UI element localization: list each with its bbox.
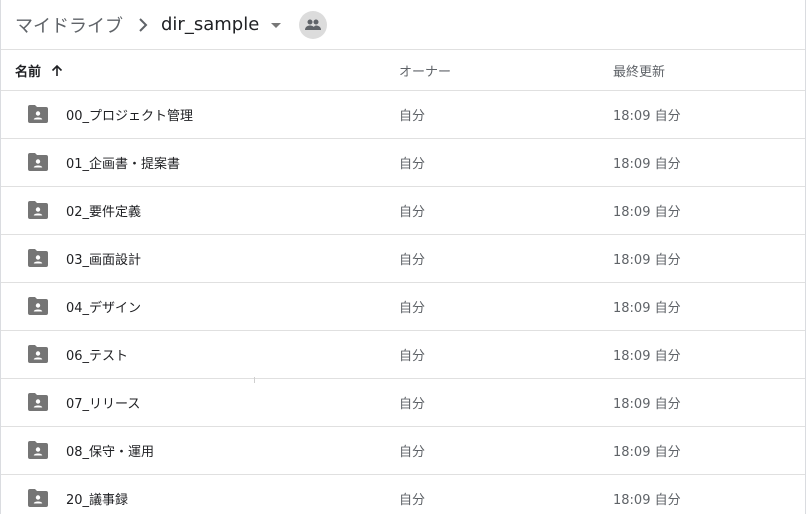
file-name: 03_画面設計 bbox=[66, 253, 142, 268]
file-owner: 自分 bbox=[399, 349, 426, 364]
people-icon bbox=[305, 19, 322, 30]
file-modified: 18:09 自分 bbox=[613, 109, 681, 124]
file-owner: 自分 bbox=[399, 493, 426, 508]
file-list: 00_プロジェクト管理 自分 18:09 自分 01_企画書・提案書 自分 18:09 自… bbox=[1, 91, 805, 514]
shared-folder-icon bbox=[28, 489, 48, 509]
shared-folder-icon bbox=[28, 297, 48, 317]
file-owner: 自分 bbox=[399, 445, 426, 460]
file-owner: 自分 bbox=[399, 253, 426, 268]
file-row[interactable]: 00_プロジェクト管理 自分 18:09 自分 bbox=[1, 91, 805, 139]
file-name: 02_要件定義 bbox=[66, 205, 142, 220]
file-name: 08_保守・運用 bbox=[66, 445, 155, 460]
file-modified: 18:09 自分 bbox=[613, 349, 681, 364]
file-modified: 18:09 自分 bbox=[613, 445, 681, 460]
file-owner: 自分 bbox=[399, 109, 426, 124]
shared-folder-icon bbox=[28, 345, 48, 365]
file-owner: 自分 bbox=[399, 301, 426, 316]
file-row[interactable]: 03_画面設計 自分 18:09 自分 bbox=[1, 235, 805, 283]
column-header-owner[interactable]: オーナー bbox=[399, 61, 451, 80]
file-name: 06_テスト bbox=[66, 349, 129, 364]
file-name: 04_デザイン bbox=[66, 301, 142, 316]
file-modified: 18:09 自分 bbox=[613, 493, 681, 508]
file-name: 00_プロジェクト管理 bbox=[66, 109, 194, 124]
current-folder-label: dir_sample bbox=[161, 14, 260, 35]
shared-folder-icon bbox=[28, 393, 48, 413]
column-header-modified[interactable]: 最終更新 bbox=[613, 61, 665, 80]
shared-folder-icon bbox=[28, 201, 48, 221]
file-name: 01_企画書・提案書 bbox=[66, 157, 181, 172]
file-modified: 18:09 自分 bbox=[613, 253, 681, 268]
caret-down-icon bbox=[271, 23, 282, 28]
file-row[interactable]: 04_デザイン 自分 18:09 自分 bbox=[1, 283, 805, 331]
file-modified: 18:09 自分 bbox=[613, 157, 681, 172]
shared-folder-icon bbox=[28, 249, 48, 269]
column-name-label: 名前 bbox=[15, 64, 42, 80]
file-row[interactable]: 08_保守・運用 自分 18:09 自分 bbox=[1, 427, 805, 475]
file-owner: 自分 bbox=[399, 157, 426, 172]
file-owner: 自分 bbox=[399, 205, 426, 220]
file-modified: 18:09 自分 bbox=[613, 397, 681, 412]
shared-folder-icon bbox=[28, 105, 48, 125]
file-name: 20_議事録 bbox=[66, 493, 129, 508]
file-row[interactable]: 02_要件定義 自分 18:09 自分 bbox=[1, 187, 805, 235]
shared-folder-icon bbox=[28, 441, 48, 461]
file-modified: 18:09 自分 bbox=[613, 205, 681, 220]
file-row[interactable]: 20_議事録 自分 18:09 自分 bbox=[1, 475, 805, 514]
scroll-indicator bbox=[254, 377, 255, 383]
breadcrumb-current-folder[interactable]: dir_sample bbox=[161, 14, 282, 35]
chevron-right-icon bbox=[131, 13, 155, 37]
breadcrumb: マイドライブ dir_sample bbox=[1, 0, 805, 50]
file-modified: 18:09 自分 bbox=[613, 301, 681, 316]
file-row[interactable]: 07_リリース 自分 18:09 自分 bbox=[1, 379, 805, 427]
breadcrumb-my-drive[interactable]: マイドライブ bbox=[15, 12, 123, 38]
file-row[interactable]: 01_企画書・提案書 自分 18:09 自分 bbox=[1, 139, 805, 187]
file-name: 07_リリース bbox=[66, 397, 141, 412]
shared-people-button[interactable] bbox=[299, 10, 328, 39]
column-header-row: 名前 オーナー 最終更新 bbox=[1, 50, 805, 91]
column-header-name[interactable]: 名前 bbox=[15, 61, 63, 80]
drive-window: マイドライブ dir_sample 名前 オーナー 最終更新 00_プロジェクト… bbox=[0, 0, 806, 514]
arrow-up-icon[interactable] bbox=[51, 64, 63, 77]
shared-folder-icon bbox=[28, 153, 48, 173]
file-owner: 自分 bbox=[399, 397, 426, 412]
file-row[interactable]: 06_テスト 自分 18:09 自分 bbox=[1, 331, 805, 379]
